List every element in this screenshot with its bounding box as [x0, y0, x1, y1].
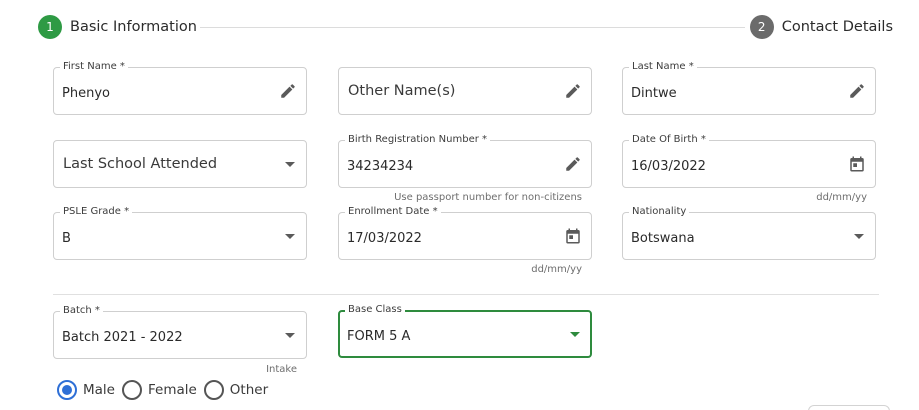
field-value: 34234234	[347, 159, 414, 174]
field-label: PSLE Grade *	[60, 205, 133, 219]
radio-label: Other	[229, 382, 269, 398]
section-divider	[53, 294, 879, 295]
dropdown-arrow-icon[interactable]	[854, 234, 864, 239]
enrollment-date-field[interactable]: Enrollment Date * 17/03/2022	[338, 205, 592, 260]
radio-label: Male	[83, 382, 115, 398]
field-placeholder: Other Name(s)	[348, 83, 456, 99]
field-label: Date Of Birth *	[629, 133, 709, 147]
base-class-select[interactable]: Base Class FORM 5 A	[338, 303, 592, 358]
field-label: Base Class	[345, 303, 405, 317]
enrollment-date-helper: dd/mm/yy	[531, 264, 582, 275]
nationality-select[interactable]: Nationality Botswana	[622, 205, 876, 260]
field-label: Batch *	[60, 304, 103, 318]
field-label: First Name *	[60, 60, 128, 74]
radio-other[interactable]: Other	[203, 380, 269, 400]
last-name-field[interactable]: Last Name * Dintwe	[622, 60, 876, 115]
field-label: Birth Registration Number *	[345, 133, 491, 147]
pencil-icon[interactable]	[564, 155, 582, 173]
field-value: Botswana	[631, 231, 695, 246]
pencil-icon[interactable]	[279, 82, 297, 100]
dropdown-arrow-icon[interactable]	[570, 332, 580, 337]
step-contact-details[interactable]: 2 Contact Details	[749, 15, 893, 39]
radio-button[interactable]	[57, 380, 77, 400]
calendar-icon[interactable]	[564, 227, 582, 245]
dropdown-arrow-icon[interactable]	[285, 162, 295, 167]
psle-grade-select[interactable]: PSLE Grade * B	[53, 205, 307, 260]
field-placeholder: Last School Attended	[63, 156, 218, 172]
dropdown-arrow-icon[interactable]	[285, 333, 295, 338]
field-value: 17/03/2022	[347, 231, 422, 246]
field-label: Nationality	[629, 205, 690, 219]
calendar-icon[interactable]	[848, 155, 866, 173]
field-value: B	[62, 231, 71, 246]
step-number-badge: 2	[749, 15, 774, 39]
step-number-badge: 1	[38, 15, 62, 39]
dropdown-arrow-icon[interactable]	[285, 234, 295, 239]
partially-visible-button[interactable]	[808, 405, 890, 410]
field-label: Enrollment Date *	[345, 205, 441, 219]
first-name-field[interactable]: First Name * Phenyo	[53, 60, 307, 115]
field-value: Phenyo	[62, 86, 110, 101]
field-label: Last Name *	[629, 60, 697, 74]
radio-button[interactable]	[121, 380, 142, 400]
stepper-connector-line	[200, 27, 745, 28]
last-school-select[interactable]: Last School Attended	[53, 140, 307, 188]
radio-label: Female	[147, 382, 197, 398]
pencil-icon[interactable]	[564, 82, 582, 100]
gender-radio-group: Male Female Other	[57, 379, 275, 401]
radio-female[interactable]: Female	[121, 380, 197, 400]
batch-helper: Intake	[266, 364, 297, 375]
field-value: FORM 5 A	[347, 329, 411, 344]
birth-registration-helper: Use passport number for non-citizens	[394, 192, 582, 203]
field-value: Dintwe	[631, 86, 677, 101]
batch-select[interactable]: Batch * Batch 2021 - 2022	[53, 304, 307, 359]
step-label: Basic Information	[70, 19, 197, 35]
other-names-field[interactable]: Other Name(s)	[338, 67, 592, 115]
date-of-birth-helper: dd/mm/yy	[816, 192, 867, 203]
birth-registration-field[interactable]: Birth Registration Number * 34234234	[338, 133, 592, 188]
step-basic-information[interactable]: 1 Basic Information	[38, 15, 197, 39]
date-of-birth-field[interactable]: Date Of Birth * 16/03/2022	[622, 133, 876, 188]
step-label: Contact Details	[781, 19, 893, 35]
radio-male[interactable]: Male	[57, 380, 115, 400]
field-value: 16/03/2022	[631, 159, 706, 174]
pencil-icon[interactable]	[848, 82, 866, 100]
stepper: 1 Basic Information 2 Contact Details	[38, 15, 893, 41]
field-value: Batch 2021 - 2022	[62, 330, 183, 345]
radio-button[interactable]	[203, 380, 224, 400]
